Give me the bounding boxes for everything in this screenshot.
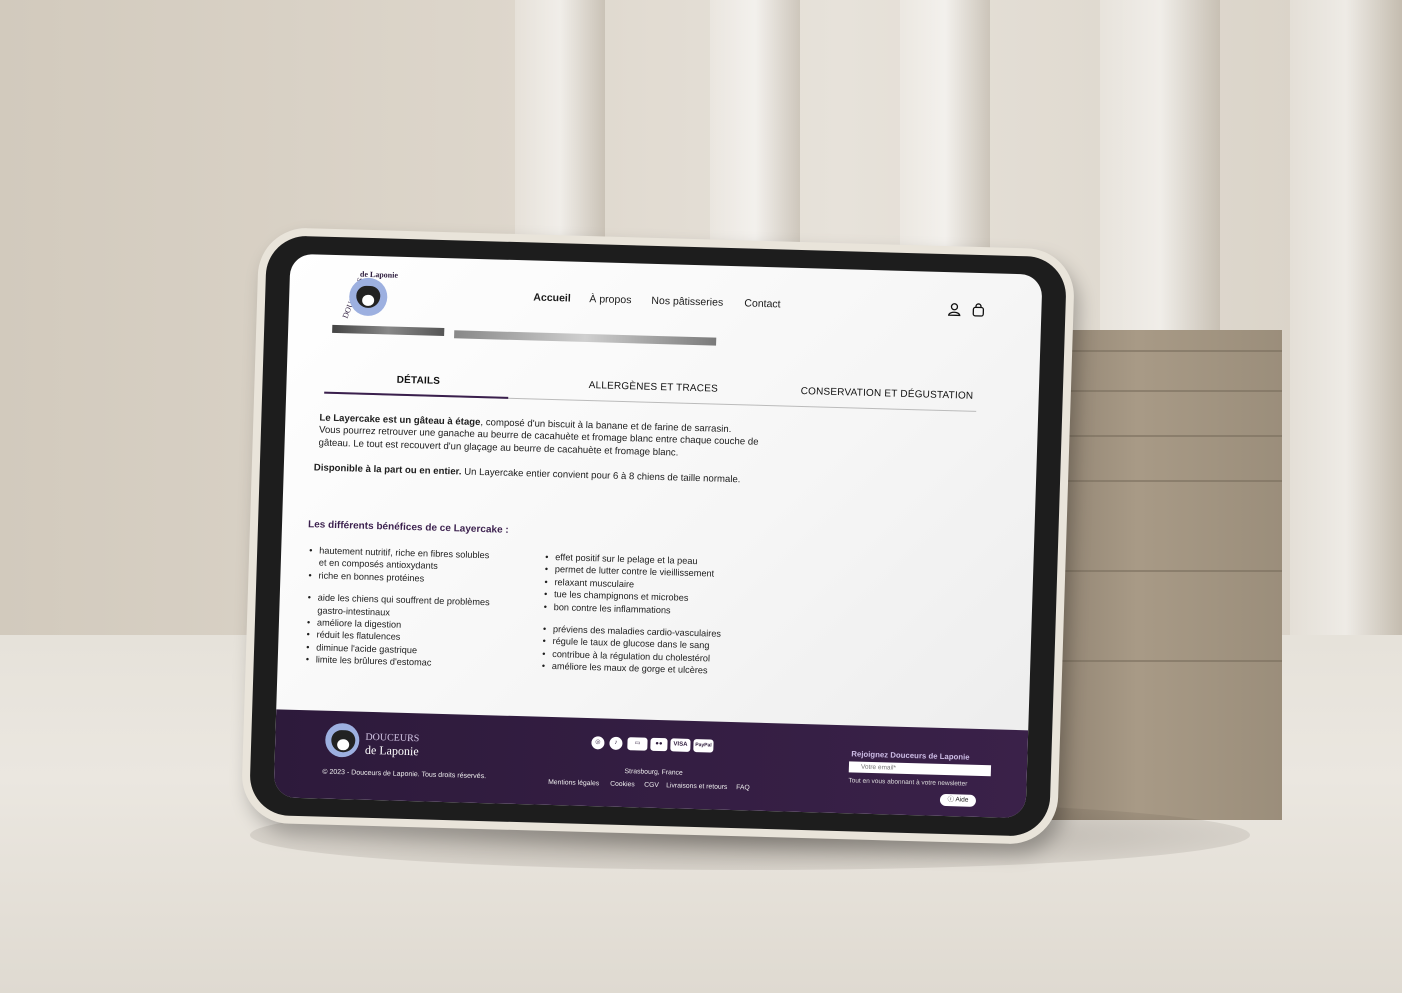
dog-logo-icon [348,277,388,317]
image-strip [332,324,445,337]
tab-conservation[interactable]: CONSERVATION ET DÉGUSTATION [800,386,973,402]
benefits-list-2: effet positif sur le pelage et la peau p… [542,551,724,678]
site-footer: DOUCEURS de Laponie © 2023 - Douceurs de… [273,709,1029,819]
nav-accueil[interactable]: Accueil [533,292,571,305]
footer-city: Strasbourg, France [624,768,683,777]
help-icon: ⓘ [947,796,955,804]
image-strip [454,330,717,346]
tab-active-indicator [324,391,509,399]
newsletter-title: Rejoignez Douceurs de Laponie [851,749,970,762]
amex-icon: ▭ [627,737,648,751]
dog-logo-icon[interactable] [324,722,360,758]
visa-icon: VISA [670,738,691,752]
nav-contact[interactable]: Contact [744,297,781,310]
footer-link-cgv[interactable]: CGV [644,782,659,789]
footer-copyright: © 2023 - Douceurs de Laponie. Tous droit… [322,768,487,781]
paypal-icon: PayPal [693,738,714,753]
footer-brand-line2: de Laponie [364,742,419,759]
help-button[interactable]: ⓘ Aide [939,793,977,807]
mastercard-icon: ●● [650,737,668,752]
tab-allergenes[interactable]: ALLERGÈNES ET TRACES [588,380,718,395]
bag-icon[interactable] [971,303,985,317]
help-label: Aide [955,796,969,804]
user-icon[interactable] [947,302,961,317]
benefits-list-1: hautement nutritif, riche en fibres solu… [306,544,492,671]
footer-link-livraisons[interactable]: Livraisons et retours [666,782,727,791]
footer-link-faq[interactable]: FAQ [736,784,750,791]
newsletter-email-input[interactable] [848,761,992,777]
details-intro: Le Layercake est un gâteau à étage, comp… [318,412,759,459]
site-logo[interactable]: DOUCEURS de Laponie [334,269,399,323]
newsletter-note: Tout en vous abonnant à votre newsletter [848,777,968,788]
footer-link-mentions[interactable]: Mentions légales [548,779,599,787]
tablet-device: DOUCEURS de Laponie Accueil À propos Nos… [240,226,1076,846]
nav-nos-patisseries[interactable]: Nos pâtisseries [651,295,723,309]
benefits-title: Les différents bénéfices de ce Layercake… [307,519,509,536]
tab-details[interactable]: DÉTAILS [396,375,440,387]
footer-link-cookies[interactable]: Cookies [610,781,635,789]
tiktok-icon[interactable]: ♪ [609,736,623,751]
tablet-screen: DOUCEURS de Laponie Accueil À propos Nos… [273,253,1043,819]
nav-a-propos[interactable]: À propos [589,293,631,306]
instagram-icon[interactable]: ◎ [591,736,605,750]
details-availability: Disponible à la part ou en entier. Un La… [313,462,741,486]
